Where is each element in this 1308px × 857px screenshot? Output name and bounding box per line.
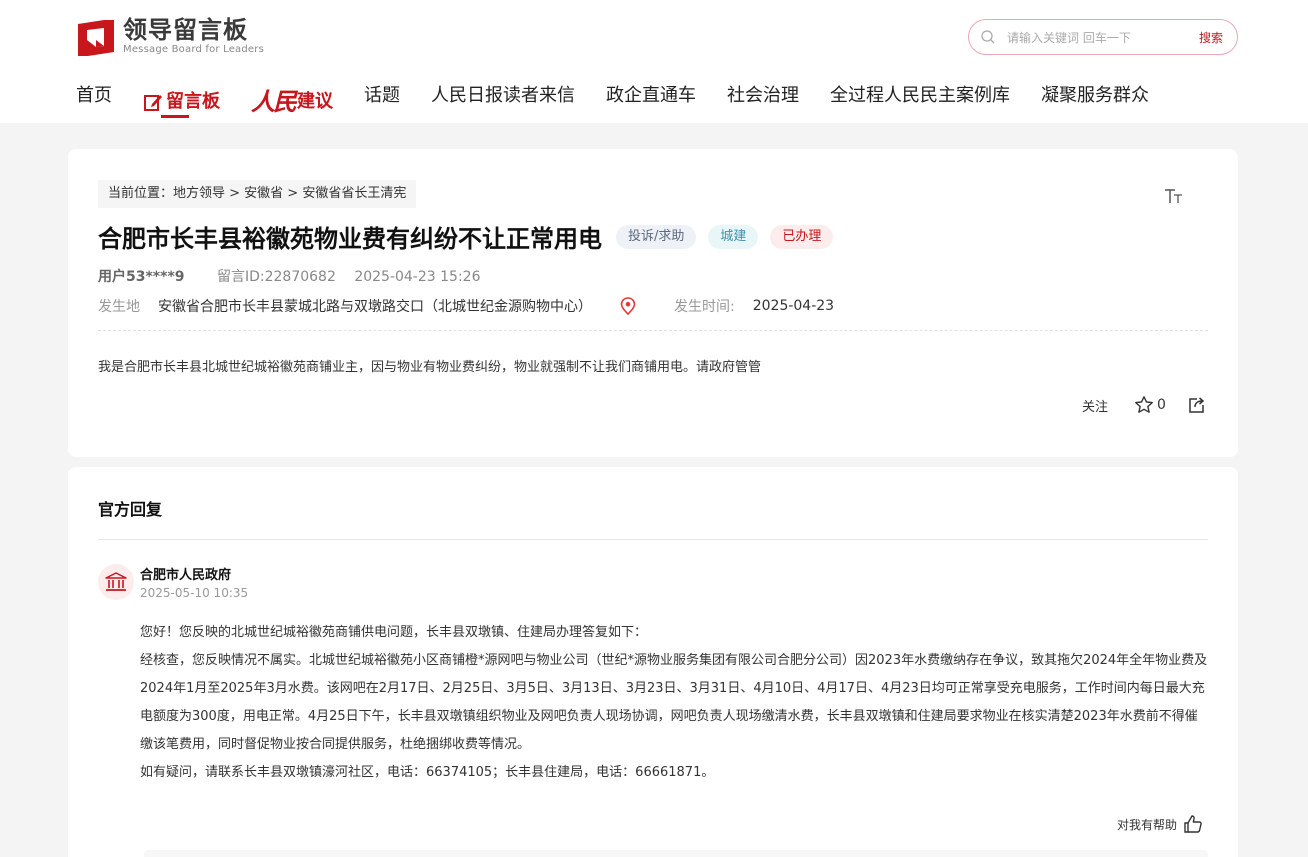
map-pin-icon[interactable] (620, 297, 636, 315)
nav-people-suggestion[interactable]: 人民 建议 (251, 84, 333, 120)
nav-serve-masses[interactable]: 凝聚服务群众 (1041, 84, 1149, 120)
site-header: 领导留言板 Message Board for Leaders 搜索 首页 留言… (0, 0, 1308, 123)
tag-field: 城建 (708, 224, 759, 249)
nav-topics[interactable]: 话题 (364, 84, 400, 120)
search-icon (981, 30, 995, 44)
reply-paragraph: 您好！您反映的北城世纪城裕徽苑商铺供电问题，长丰县双墩镇、住建局办理答复如下： (140, 625, 648, 640)
helpful-label: 对我有帮助 (1117, 817, 1178, 832)
divider (98, 539, 1208, 540)
reply-content: 您好！您反映的北城世纪城裕徽苑商铺供电问题，长丰县双墩镇、住建局办理答复如下： … (140, 619, 1210, 787)
occurrence-time-value: 2025-04-23 (752, 298, 835, 314)
star-icon[interactable] (1134, 395, 1154, 415)
logo-title: 领导留言板 (123, 16, 248, 44)
nav-home[interactable]: 首页 (76, 84, 112, 120)
government-building-icon (105, 572, 127, 591)
message-card: 当前位置：地方领导 > 安徽省 > 安徽省省长王清宪 合肥市长丰县裕徽苑物业费有… (68, 149, 1238, 457)
helpful-button[interactable]: 对我有帮助 (1117, 814, 1203, 834)
nav-democracy-cases[interactable]: 全过程人民民主案例库 (830, 84, 1010, 120)
breadcrumb: 当前位置：地方领导 > 安徽省 > 安徽省省长王清宪 (98, 180, 417, 208)
share-icon[interactable] (1188, 396, 1206, 414)
avatar (98, 564, 134, 600)
reply-org-name: 合肥市人民政府 (140, 568, 232, 583)
nav-business-express[interactable]: 政企直通车 (606, 84, 696, 120)
posted-time: 2025-04-23 15:26 (354, 269, 481, 285)
font-size-icon[interactable] (1164, 187, 1184, 205)
edit-note-icon (144, 95, 162, 111)
message-title: 合肥市长丰县裕徽苑物业费有纠纷不让正常用电 (98, 225, 602, 253)
nav-social-governance[interactable]: 社会治理 (727, 84, 799, 120)
message-meta: 用户53****9 留言ID:22870682 2025-04-23 15:26 (98, 266, 480, 286)
font-size-glyph-icon (1165, 189, 1182, 203)
tag-type: 投诉/求助 (616, 224, 697, 249)
search-box: 搜索 (968, 19, 1238, 55)
thumbs-up-icon (1184, 815, 1202, 833)
reply-paragraph: 如有疑问，请联系长丰县双墩镇濠河社区，电话：66374105；长丰县住建局，电话… (140, 765, 715, 780)
divider (98, 330, 1208, 331)
nav-people-suggestion-label: 建议 (297, 91, 333, 112)
reply-time: 2025-05-10 10:35 (140, 586, 249, 600)
logo-subtitle: Message Board for Leaders (123, 44, 265, 55)
status-badge: 已办理 (770, 224, 834, 249)
message-content: 我是合肥市长丰县北城世纪城裕徽苑商铺业主，因与物业有物业费纠纷，物业就强制不让我… (98, 360, 762, 375)
logo-mark-icon (78, 20, 114, 56)
nav-readers-letters[interactable]: 人民日报读者来信 (431, 84, 575, 120)
message-actions: 关注 0 (1082, 395, 1206, 415)
favorite-count: 0 (1157, 397, 1166, 413)
main-nav: 首页 留言板 人民 建议 话题 人民日报读者来信 政企直通车 社会治理 全过程人… (76, 84, 1180, 120)
nav-message-board[interactable]: 留言板 (143, 84, 220, 120)
search-button[interactable]: 搜索 (1199, 29, 1223, 46)
title-row: 合肥市长丰县裕徽苑物业费有纠纷不让正常用电 投诉/求助 城建 已办理 (98, 219, 845, 254)
message-id: 留言ID:22870682 (216, 269, 336, 285)
author-name: 用户53****9 (98, 269, 185, 285)
occurrence-time-label: 发生时间: (674, 299, 735, 315)
nav-message-board-label: 留言板 (166, 91, 220, 112)
reply-card: 官方回复 合肥市人民政府 2025-05-10 10:35 您好！您反映的北城世… (68, 467, 1238, 857)
location-row: 发生地 安徽省合肥市长丰县蒙城北路与双墩路交口（北城世纪金源购物中心） 发生时间… (98, 296, 834, 316)
reply-section-title: 官方回复 (98, 500, 163, 519)
search-input[interactable] (1007, 28, 1157, 48)
site-logo[interactable]: 领导留言板 Message Board for Leaders (76, 16, 264, 60)
location-value: 安徽省合肥市长丰县蒙城北路与双墩路交口（北城世纪金源购物中心） (158, 299, 592, 315)
follow-button[interactable]: 关注 (1082, 396, 1108, 415)
follow-up-box (144, 850, 1208, 857)
nav-people-script: 人民 (251, 87, 297, 116)
reply-paragraph: 经核查，您反映情况不属实。北城世纪城裕徽苑小区商铺橙*源网吧与物业公司（世纪*源… (140, 653, 1208, 752)
location-label: 发生地 (98, 299, 140, 315)
